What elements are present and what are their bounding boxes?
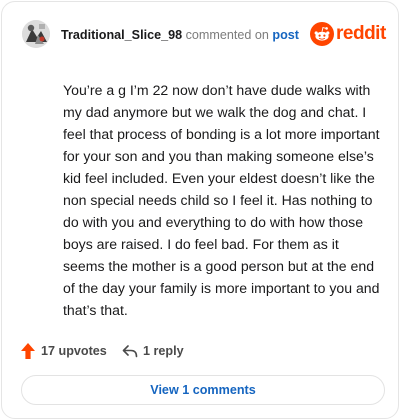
- reddit-logo[interactable]: reddit: [310, 22, 386, 48]
- post-link[interactable]: post: [272, 28, 299, 42]
- comment-header: Traditional_Slice_98 commented on post r…: [22, 20, 386, 50]
- reddit-alien-icon: [310, 22, 334, 46]
- view-comments-button[interactable]: View 1 comments: [21, 375, 385, 405]
- upvote-button[interactable]: 17 upvotes: [20, 341, 107, 361]
- reply-button[interactable]: 1 reply: [122, 341, 184, 361]
- reply-arrow-icon: [122, 345, 138, 358]
- commented-on-text: commented on: [185, 28, 269, 42]
- avatar[interactable]: [22, 20, 50, 48]
- username[interactable]: Traditional_Slice_98: [61, 28, 182, 42]
- reply-count: 1 reply: [143, 344, 184, 358]
- comment-meta: Traditional_Slice_98 commented on post: [61, 27, 299, 43]
- comment-card: Traditional_Slice_98 commented on post r…: [1, 1, 399, 419]
- reddit-wordmark: reddit: [336, 23, 386, 44]
- upvote-arrow-icon: [21, 343, 35, 359]
- upvote-count: 17 upvotes: [41, 344, 107, 358]
- comment-body: You’re a g I’m 22 now don’t have dude wa…: [63, 82, 380, 318]
- comment-actions: 17 upvotes 1 reply: [20, 341, 320, 361]
- avatar-image: [22, 20, 50, 48]
